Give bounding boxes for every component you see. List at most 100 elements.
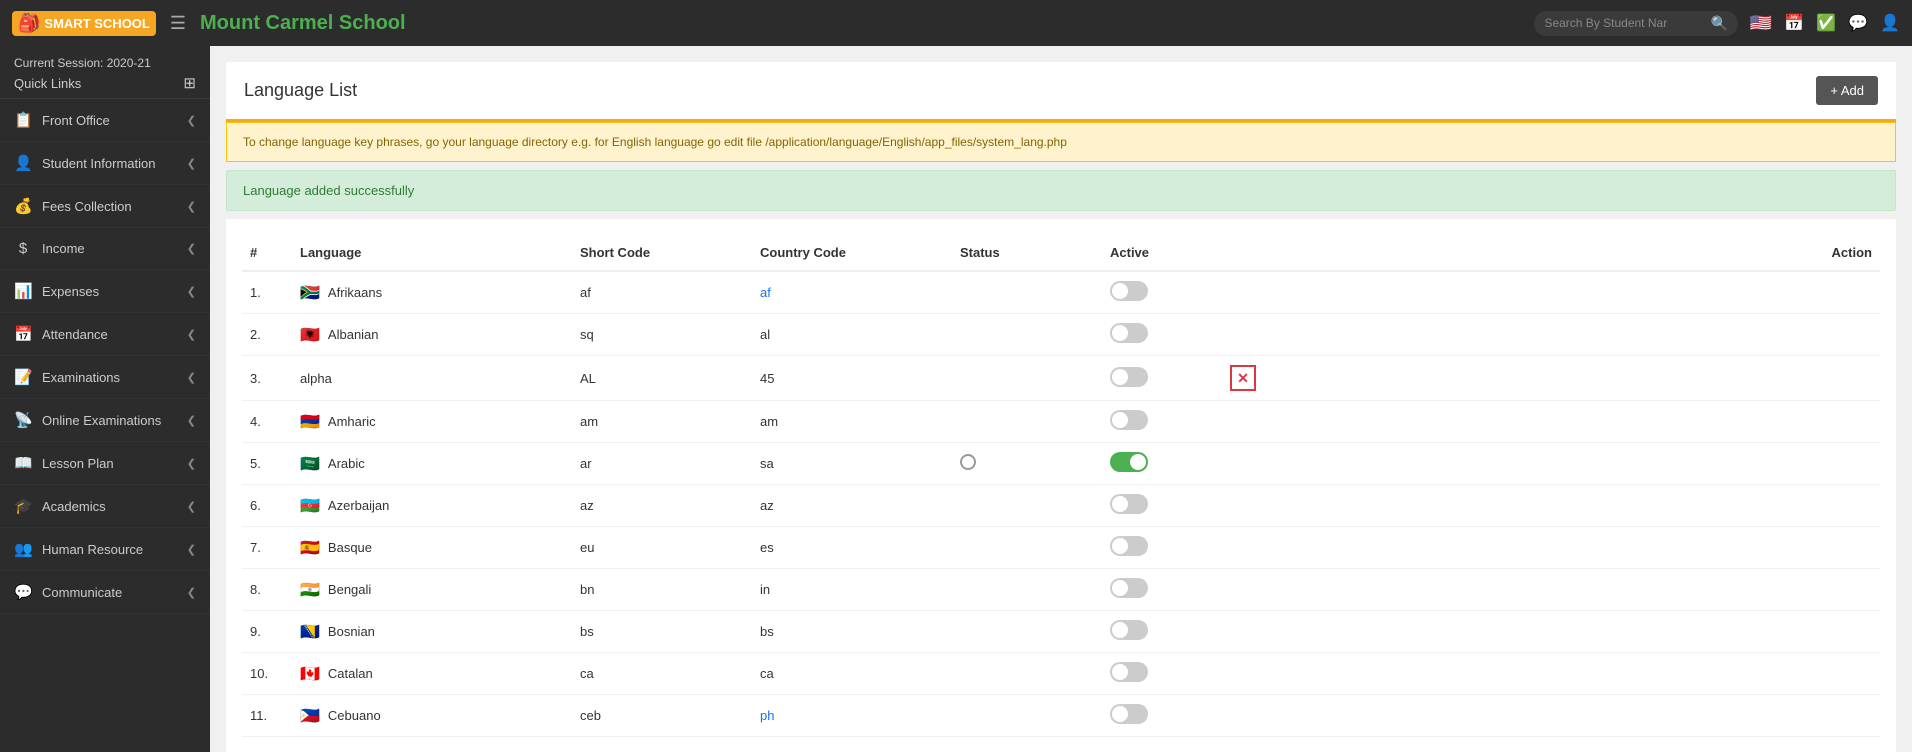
status-radio[interactable] xyxy=(960,454,976,470)
cell-language: 🇦🇿Azerbaijan xyxy=(292,485,572,527)
cell-num: 5. xyxy=(242,443,292,485)
sidebar-item-expenses[interactable]: 📊 Expenses ❮ xyxy=(0,270,210,313)
sidebar-label-income: Income xyxy=(42,241,85,256)
cell-num: 9. xyxy=(242,611,292,653)
cell-country-code: bs xyxy=(752,611,952,653)
sidebar-item-communicate[interactable]: 💬 Communicate ❮ xyxy=(0,571,210,614)
toggle-slider xyxy=(1110,410,1148,430)
cell-short-code: af xyxy=(572,271,752,314)
country-code-link[interactable]: af xyxy=(760,285,771,300)
toggle-slider xyxy=(1110,704,1148,724)
table-row: 6.🇦🇿Azerbaijanazaz xyxy=(242,485,1880,527)
hr-icon: 👥 xyxy=(14,540,32,558)
sidebar-item-attendance[interactable]: 📅 Attendance ❮ xyxy=(0,313,210,356)
cell-language: 🇵🇭Cebuano xyxy=(292,695,572,737)
communicate-icon: 💬 xyxy=(14,583,32,601)
sidebar-item-examinations[interactable]: 📝 Examinations ❮ xyxy=(0,356,210,399)
cell-status xyxy=(952,443,1102,485)
checkmark-icon[interactable]: ✅ xyxy=(1816,13,1836,33)
cell-country-code: es xyxy=(752,527,952,569)
flag-emoji: 🇸🇦 xyxy=(300,454,320,474)
active-toggle[interactable] xyxy=(1110,452,1148,472)
toggle-slider xyxy=(1110,452,1148,472)
sidebar-item-front-office[interactable]: 📋 Front Office ❮ xyxy=(0,99,210,142)
col-header-country-code: Country Code xyxy=(752,235,952,271)
user-icon[interactable]: 👤 xyxy=(1880,13,1900,33)
cell-language: alpha xyxy=(292,356,572,401)
cell-num: 6. xyxy=(242,485,292,527)
cell-country-code[interactable]: ph xyxy=(752,695,952,737)
col-header-short-code: Short Code xyxy=(572,235,752,271)
table-row: 4.🇦🇲Amharicamam xyxy=(242,401,1880,443)
cell-status xyxy=(952,653,1102,695)
col-header-action: Action xyxy=(1222,235,1880,271)
academics-icon: 🎓 xyxy=(14,497,32,515)
cell-num: 11. xyxy=(242,695,292,737)
cell-language: 🇨🇦Catalan xyxy=(292,653,572,695)
search-icon[interactable]: 🔍 xyxy=(1710,15,1727,32)
cell-status xyxy=(952,271,1102,314)
sidebar-item-income[interactable]: $ Income ❮ xyxy=(0,228,210,270)
chevron-icon: ❮ xyxy=(187,114,196,127)
sidebar-item-human-resource[interactable]: 👥 Human Resource ❮ xyxy=(0,528,210,571)
flag-emoji: 🇨🇦 xyxy=(300,664,320,684)
sidebar-item-online-examinations[interactable]: 📡 Online Examinations ❮ xyxy=(0,399,210,442)
language-name: Albanian xyxy=(328,327,379,342)
sidebar-item-academics[interactable]: 🎓 Academics ❮ xyxy=(0,485,210,528)
language-name: Bengali xyxy=(328,582,371,597)
whatsapp-icon[interactable]: 💬 xyxy=(1848,13,1868,33)
cell-active xyxy=(1102,611,1222,653)
add-button[interactable]: + Add xyxy=(1816,76,1878,105)
cell-language: 🇦🇲Amharic xyxy=(292,401,572,443)
app-logo[interactable]: 🎒 SMART SCHOOL xyxy=(12,11,156,36)
active-toggle[interactable] xyxy=(1110,367,1148,387)
cell-action xyxy=(1222,314,1880,356)
table-row: 7.🇪🇸Basqueeues xyxy=(242,527,1880,569)
sidebar-item-fees-collection[interactable]: 💰 Fees Collection ❮ xyxy=(0,185,210,228)
toggle-slider xyxy=(1110,536,1148,556)
hamburger-icon[interactable]: ☰ xyxy=(166,9,190,38)
cell-country-code: az xyxy=(752,485,952,527)
search-input[interactable] xyxy=(1544,16,1704,30)
cell-country-code[interactable]: af xyxy=(752,271,952,314)
active-toggle[interactable] xyxy=(1110,410,1148,430)
cell-country-code: sa xyxy=(752,443,952,485)
active-toggle[interactable] xyxy=(1110,578,1148,598)
delete-button[interactable]: ✕ xyxy=(1230,365,1256,391)
sidebar-label-online-exams: Online Examinations xyxy=(42,413,161,428)
active-toggle[interactable] xyxy=(1110,323,1148,343)
flag-emoji: 🇦🇲 xyxy=(300,412,320,432)
calendar-icon[interactable]: 📅 xyxy=(1784,13,1804,33)
active-toggle[interactable] xyxy=(1110,704,1148,724)
cell-country-code: ca xyxy=(752,653,952,695)
sidebar-item-lesson-plan[interactable]: 📖 Lesson Plan ❮ xyxy=(0,442,210,485)
active-toggle[interactable] xyxy=(1110,662,1148,682)
flag-icon[interactable]: 🇺🇸 xyxy=(1750,13,1772,34)
language-name: Azerbaijan xyxy=(328,498,389,513)
chevron-icon: ❮ xyxy=(187,543,196,556)
toggle-slider xyxy=(1110,494,1148,514)
cell-active xyxy=(1102,695,1222,737)
grid-icon[interactable]: ⊞ xyxy=(183,74,196,92)
cell-active xyxy=(1102,653,1222,695)
cell-status xyxy=(952,485,1102,527)
cell-short-code: eu xyxy=(572,527,752,569)
cell-status xyxy=(952,695,1102,737)
active-toggle[interactable] xyxy=(1110,536,1148,556)
country-code-link[interactable]: ph xyxy=(760,708,774,723)
sidebar-item-student-information[interactable]: 👤 Student Information ❮ xyxy=(0,142,210,185)
cell-action xyxy=(1222,271,1880,314)
language-name: Afrikaans xyxy=(328,285,382,300)
active-toggle[interactable] xyxy=(1110,494,1148,514)
table-row: 1.🇿🇦Afrikaansafaf xyxy=(242,271,1880,314)
toggle-slider xyxy=(1110,620,1148,640)
table-row: 8.🇮🇳Bengalibnin xyxy=(242,569,1880,611)
cell-short-code: ceb xyxy=(572,695,752,737)
cell-status xyxy=(952,356,1102,401)
chevron-icon: ❮ xyxy=(187,414,196,427)
active-toggle[interactable] xyxy=(1110,281,1148,301)
active-toggle[interactable] xyxy=(1110,620,1148,640)
cell-action xyxy=(1222,527,1880,569)
front-office-icon: 📋 xyxy=(14,111,32,129)
cell-active xyxy=(1102,356,1222,401)
